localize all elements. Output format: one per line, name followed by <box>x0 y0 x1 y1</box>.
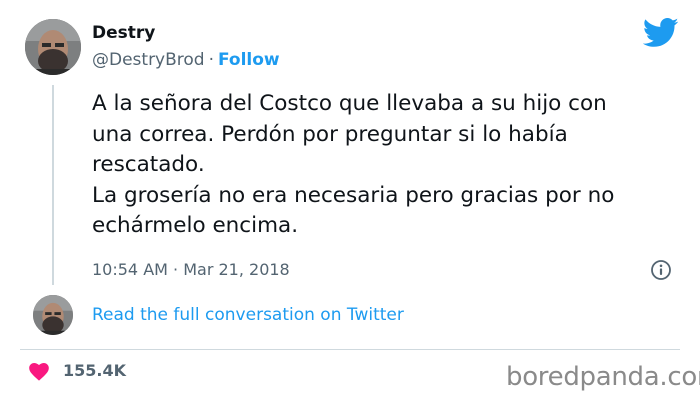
separator-dot: · <box>208 50 214 70</box>
author-handle[interactable]: @DestryBrod <box>92 50 205 70</box>
heart-icon[interactable] <box>29 363 49 381</box>
info-icon[interactable] <box>650 259 672 281</box>
reply-avatar[interactable] <box>33 295 73 335</box>
tweet-text-line: una correa. Perdón por preguntar si lo h… <box>92 121 568 147</box>
follow-button[interactable]: Follow <box>218 50 280 70</box>
tweet-text: A la señora del Costco que llevaba a su … <box>92 89 682 242</box>
read-conversation-link[interactable]: Read the full conversation on Twitter <box>92 305 404 325</box>
tweet-text-line: echármelo encima. <box>92 213 299 238</box>
like-count: 155.4K <box>63 361 127 380</box>
tweet-text-line: A la señora del Costco que llevaba a su … <box>92 91 607 116</box>
tweet-text-line: rescatado. <box>92 152 205 177</box>
tweet-text-line: La grosería no era necesaria pero gracia… <box>92 182 615 208</box>
thread-connector-line <box>52 85 54 285</box>
twitter-bird-icon[interactable] <box>642 17 679 49</box>
divider <box>20 349 680 350</box>
watermark: boredpanda.com <box>506 362 700 392</box>
tweet-timestamp[interactable]: 10:54 AM · Mar 21, 2018 <box>92 260 290 279</box>
author-avatar[interactable] <box>25 19 81 75</box>
author-handle-row: @DestryBrod · Follow <box>92 50 280 70</box>
author-display-name[interactable]: Destry <box>92 23 155 43</box>
